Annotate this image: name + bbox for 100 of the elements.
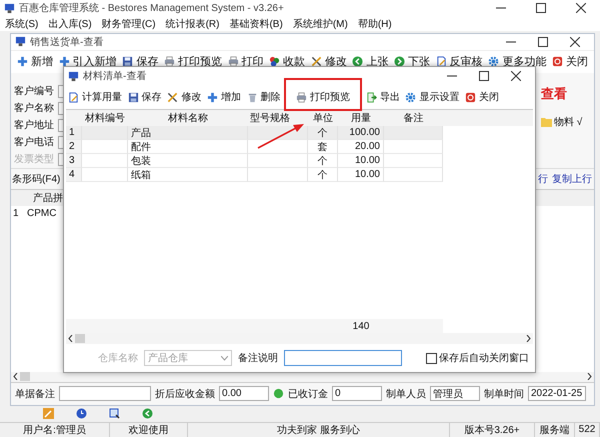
- back-icon[interactable]: [142, 408, 153, 420]
- checkbox[interactable]: 保存后自动关闭窗口: [426, 351, 529, 365]
- app-icon: [68, 70, 79, 82]
- tools-icon: [310, 56, 322, 68]
- table-cell: 个: [308, 154, 338, 168]
- scroll-thumb[interactable]: [75, 334, 85, 343]
- folder-icon: [541, 116, 552, 127]
- table-cell: 个: [308, 168, 338, 182]
- scroll-thumb[interactable]: [20, 372, 30, 382]
- clock-icon[interactable]: [76, 408, 87, 420]
- export-icon: [366, 92, 377, 102]
- link[interactable]: 复制上行: [552, 172, 592, 186]
- maximize-icon[interactable]: [479, 71, 489, 81]
- toolbar-button[interactable]: 打印预览: [294, 89, 352, 105]
- close-icon: [552, 56, 563, 68]
- table-cell: 10.00: [338, 154, 384, 168]
- input-field[interactable]: [59, 386, 151, 402]
- view-mode-label: 查看: [541, 86, 568, 103]
- table-row[interactable]: 4 纸箱 个 10.00: [66, 168, 533, 182]
- scrollbar[interactable]: [66, 333, 533, 344]
- input-field[interactable]: 2022-01-25: [528, 386, 586, 402]
- toolbar-button[interactable]: 关闭: [463, 89, 501, 105]
- scroll-right-icon[interactable]: [587, 373, 592, 380]
- menu-item[interactable]: 帮助(H): [358, 16, 392, 31]
- trash-icon: [246, 92, 258, 102]
- search-icon[interactable]: [109, 408, 120, 420]
- toolbar-button[interactable]: 保存: [126, 89, 164, 105]
- menu-item[interactable]: 系统(S): [5, 16, 38, 31]
- toolbar-button[interactable]: 关闭: [550, 53, 590, 70]
- table-cell: 纸箱: [128, 168, 248, 182]
- scroll-left-icon[interactable]: [68, 335, 73, 342]
- field-label: 客户名称: [14, 102, 55, 116]
- column-header: 材料名称: [167, 112, 209, 126]
- close-icon[interactable]: [511, 71, 521, 81]
- maximize-icon[interactable]: [538, 36, 548, 47]
- table-cell: 20.00: [338, 140, 384, 154]
- close-icon[interactable]: [570, 36, 580, 47]
- floppy-icon: [122, 56, 134, 68]
- toolbar-button[interactable]: 删除: [244, 89, 282, 105]
- toolbar-button[interactable]: 更多功能: [486, 53, 548, 70]
- side-item[interactable]: 物料 √: [541, 114, 591, 129]
- table-cell: 包装: [128, 154, 248, 168]
- status-text: 版本号3.26+: [450, 422, 535, 437]
- input-field[interactable]: [284, 350, 402, 366]
- field-label: 已收订金: [288, 388, 328, 401]
- column-header: 产品拼: [32, 192, 63, 205]
- app-icon: [15, 36, 26, 48]
- status-text: 服务端: [535, 422, 575, 437]
- field-label: 客户电话: [14, 136, 55, 150]
- floppy-icon: [128, 92, 139, 102]
- field-label: 客户地址: [14, 118, 55, 132]
- field-label: 折后应收金额: [155, 388, 215, 401]
- toolbar-button[interactable]: 显示设置: [403, 89, 462, 105]
- input-field[interactable]: 管理员: [430, 386, 480, 402]
- field-label: 制单人员: [386, 388, 426, 401]
- window-title: 销售送货单-查看: [30, 36, 104, 49]
- table-cell: 100.00: [338, 126, 384, 140]
- row-number: 2: [66, 140, 82, 154]
- toolbar-button[interactable]: 导出: [364, 89, 402, 105]
- table-cell: 个: [308, 126, 338, 140]
- input-field[interactable]: 0: [332, 386, 382, 402]
- close-icon[interactable]: [576, 3, 586, 14]
- link[interactable]: 行: [538, 172, 548, 186]
- input-field[interactable]: 0.00: [219, 386, 269, 402]
- menu-item[interactable]: 财务管理(C): [102, 16, 156, 31]
- menu-item[interactable]: 出入库(S): [48, 16, 92, 31]
- document-edit-icon: [68, 92, 79, 102]
- menu-item[interactable]: 基础资料(B): [229, 16, 283, 31]
- toolbar-button[interactable]: 新增: [15, 53, 55, 70]
- table-cell: 产品: [128, 126, 248, 140]
- table-row[interactable]: 3 包装 个 10.00: [66, 154, 533, 168]
- window-title: 百惠仓库管理系统 - Bestores Management System - v3.26+: [19, 2, 285, 16]
- row-number: 4: [66, 168, 82, 182]
- column-header: 单位: [312, 112, 334, 126]
- table-row[interactable]: 1 产品 个 100.00: [66, 126, 533, 140]
- scroll-left-icon[interactable]: [13, 373, 18, 380]
- menu-item[interactable]: 统计报表(R): [166, 16, 220, 31]
- scroll-right-icon[interactable]: [526, 335, 531, 342]
- plus-icon: [206, 92, 218, 102]
- printer-icon: [296, 92, 308, 102]
- row-number: 1: [66, 126, 82, 140]
- status-dot-icon: [273, 388, 284, 400]
- total-cell-text: 140: [352, 320, 370, 333]
- toolbar-button[interactable]: 修改: [308, 53, 349, 70]
- maximize-icon[interactable]: [536, 3, 546, 14]
- tools-icon: [167, 92, 178, 102]
- status-text: 欢迎使用: [110, 422, 188, 437]
- annotation-arrow: [258, 124, 304, 149]
- coins-icon: [269, 56, 280, 68]
- toolbar-button[interactable]: 引入新增: [56, 53, 119, 70]
- toolbar-button[interactable]: 增加: [204, 89, 243, 105]
- gear-icon: [405, 92, 416, 102]
- table-row[interactable]: 2 配件 套 20.00: [66, 140, 533, 154]
- field-label: 单据备注: [15, 388, 55, 401]
- caret-icon: [221, 356, 228, 360]
- toolbar-button[interactable]: 修改: [165, 89, 204, 105]
- toolbar-button[interactable]: 计算用量: [66, 89, 124, 105]
- menu-item[interactable]: 系统维护(M): [292, 16, 348, 31]
- close-icon: [465, 92, 476, 102]
- field-label: 发票类型: [14, 152, 55, 166]
